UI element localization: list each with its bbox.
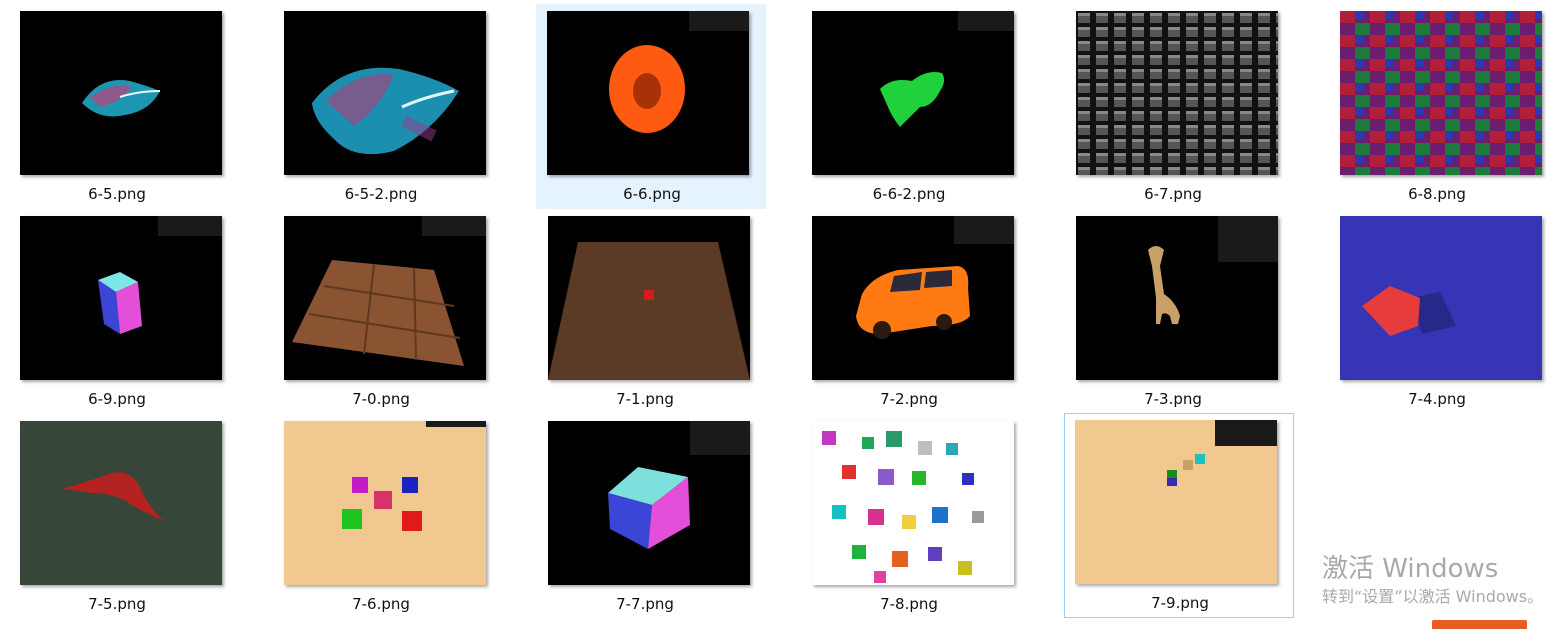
thumbnail-7-0 [284,216,486,380]
thumbnail-7-4 [1340,216,1542,380]
thumbnail-7-9 [1075,420,1277,584]
file-name: 7-8.png [880,595,938,613]
file-tile-7-8[interactable]: 7-8.png [793,414,1023,619]
thumbnail-7-2 [812,216,1014,380]
file-grid: 6-5.png 6-5-2.png 6-6.png 6-6-2.png 6-7.… [0,0,1552,629]
thumbnail-6-6 [547,11,749,175]
windows-activation-watermark: 激活 Windows 转到“设置”以激活 Windows。 [1322,554,1543,607]
file-name: 7-1.png [616,390,674,408]
file-name: 7-9.png [1151,594,1209,612]
file-name: 7-0.png [352,390,410,408]
file-name: 7-6.png [352,595,410,613]
file-tile-7-2[interactable]: 7-2.png [793,209,1023,414]
thumbnail-6-6-2 [812,11,1014,175]
taskbar-fragment [1432,620,1527,629]
file-tile-6-5[interactable]: 6-5.png [1,4,231,209]
file-tile-7-3[interactable]: 7-3.png [1057,209,1287,414]
file-tile-6-8[interactable]: 6-8.png [1321,4,1551,209]
file-name: 6-6.png [623,185,681,203]
thumbnail-6-5-2 [284,11,486,175]
activation-subtitle: 转到“设置”以激活 Windows。 [1322,587,1544,606]
thumbnail-7-3 [1076,216,1278,380]
thumbnail-7-6 [284,421,486,585]
thumbnail-7-8 [812,421,1014,585]
file-name: 7-7.png [616,595,674,613]
file-tile-6-6[interactable]: 6-6.png [536,4,766,209]
file-name: 7-5.png [88,595,146,613]
thumbnail-7-1 [548,216,750,380]
file-tile-6-7[interactable]: 6-7.png [1057,4,1287,209]
file-name: 6-6-2.png [872,185,946,203]
activation-title: 激活 Windows [1322,554,1499,584]
file-name: 7-2.png [880,390,938,408]
file-name: 6-5-2.png [344,185,418,203]
file-tile-6-9[interactable]: 6-9.png [1,209,231,414]
file-name: 6-5.png [88,185,146,203]
file-tile-6-5-2[interactable]: 6-5-2.png [265,4,495,209]
thumbnail-6-9 [20,216,222,380]
file-tile-7-5[interactable]: 7-5.png [1,414,231,619]
thumbnail-7-5 [20,421,222,585]
file-tile-7-7[interactable]: 7-7.png [529,414,759,619]
file-tile-7-4[interactable]: 7-4.png [1321,209,1551,414]
file-name: 7-4.png [1408,390,1466,408]
thumbnail-6-8 [1340,11,1542,175]
file-name: 6-7.png [1144,185,1202,203]
file-tile-6-6-2[interactable]: 6-6-2.png [793,4,1023,209]
file-name: 6-8.png [1408,185,1466,203]
thumbnail-6-5 [20,11,222,175]
file-tile-7-6[interactable]: 7-6.png [265,414,495,619]
file-tile-7-1[interactable]: 7-1.png [529,209,759,414]
file-tile-7-9[interactable]: 7-9.png [1064,413,1294,618]
file-name: 6-9.png [88,390,146,408]
file-name: 7-3.png [1144,390,1202,408]
thumbnail-7-7 [548,421,750,585]
thumbnail-6-7 [1076,11,1278,175]
file-tile-7-0[interactable]: 7-0.png [265,209,495,414]
